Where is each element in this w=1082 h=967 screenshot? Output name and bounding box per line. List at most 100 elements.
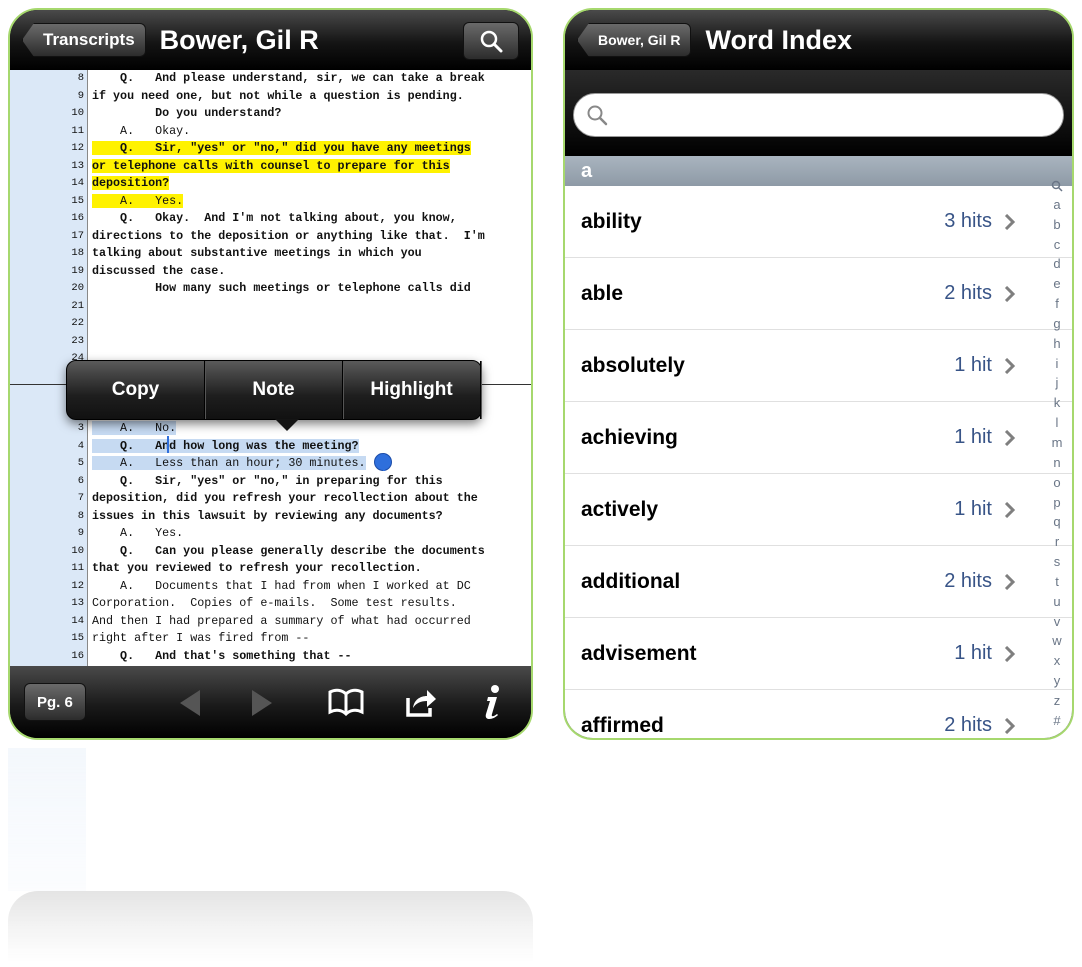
search-button[interactable]: [463, 22, 519, 60]
index-letter[interactable]: i: [1056, 356, 1059, 371]
copy-menu-item[interactable]: Copy: [67, 361, 205, 419]
line-text: Q. And please understand, sir, we can ta…: [92, 71, 485, 85]
transcript-line[interactable]: 6 Q. Sir, "yes" or "no," in preparing fo…: [10, 473, 531, 491]
note-menu-item[interactable]: Note: [205, 361, 343, 419]
index-letter[interactable]: z: [1054, 693, 1061, 708]
line-text: directions to the deposition or anything…: [92, 228, 485, 243]
index-search-icon[interactable]: [1051, 180, 1063, 192]
transcript-line[interactable]: 11 that you reviewed to refresh your reco…: [10, 560, 531, 578]
line-text: discussed the case.: [92, 263, 226, 278]
hit-count: 1 hit: [954, 498, 992, 520]
word-row-able[interactable]: able 2 hits: [565, 258, 1072, 330]
line-number: 18: [71, 247, 84, 259]
transcript-line[interactable]: 10 Q. Can you please generally describe …: [10, 543, 531, 561]
transcript-line[interactable]: 16 Q. And that's something that --: [10, 648, 531, 666]
word-row-achieving[interactable]: achieving 1 hit: [565, 402, 1072, 474]
transcript-line[interactable]: 14 deposition?: [10, 175, 531, 193]
search-input[interactable]: [573, 93, 1064, 137]
next-arrow-icon[interactable]: [250, 688, 274, 718]
transcript-text-area[interactable]: 8 Q. And please understand, sir, we can …: [10, 70, 531, 666]
transcript-line[interactable]: 13 Corporation. Copies of e-mails. Some t…: [10, 595, 531, 613]
index-letter[interactable]: r: [1055, 534, 1059, 549]
transcript-line[interactable]: 14 And then I had prepared a summary of w…: [10, 613, 531, 631]
index-letter[interactable]: o: [1053, 475, 1060, 490]
index-letter[interactable]: a: [1053, 197, 1060, 212]
word-index-navbar: Bower, Gil R Word Index: [565, 10, 1072, 70]
transcript-line[interactable]: 21: [10, 298, 531, 316]
index-letter[interactable]: t: [1055, 574, 1059, 589]
index-letter[interactable]: c: [1054, 237, 1061, 252]
index-letter[interactable]: s: [1054, 554, 1061, 569]
word-row-absolutely[interactable]: absolutely 1 hit: [565, 330, 1072, 402]
word-row-ability[interactable]: ability 3 hits: [565, 186, 1072, 258]
page-button[interactable]: Pg. 6: [24, 683, 86, 721]
index-letter[interactable]: d: [1053, 256, 1060, 271]
popup-pointer: [275, 419, 299, 431]
index-letter[interactable]: p: [1053, 495, 1060, 510]
transcript-line[interactable]: 18 talking about substantive meetings in …: [10, 245, 531, 263]
index-letter[interactable]: #: [1053, 713, 1060, 728]
line-text: Q. Sir, "yes" or "no," in preparing for …: [92, 473, 443, 488]
share-icon[interactable]: [404, 686, 438, 718]
transcript-line[interactable]: 5 A. Less than an hour; 30 minutes.: [10, 455, 531, 473]
prev-arrow-icon[interactable]: [178, 688, 202, 718]
transcript-line[interactable]: 3 A. No.: [10, 420, 531, 438]
bottom-toolbar: Pg. 6: [10, 666, 531, 738]
transcript-line[interactable]: 12 Q. Sir, "yes" or "no," did you have a…: [10, 140, 531, 158]
transcript-line[interactable]: 20 How many such meetings or telephone c…: [10, 280, 531, 298]
line-text: issues in this lawsuit by reviewing any …: [92, 508, 443, 523]
line-number: 9: [77, 89, 84, 102]
index-letter[interactable]: m: [1052, 435, 1063, 450]
index-letter[interactable]: v: [1054, 614, 1061, 629]
search-icon: [587, 105, 608, 126]
word-row-advisement[interactable]: advisement 1 hit: [565, 618, 1072, 690]
index-letter[interactable]: g: [1053, 316, 1060, 331]
line-text: [88, 315, 531, 333]
transcript-line[interactable]: 7 deposition, did you refresh your recoll…: [10, 490, 531, 508]
transcripts-back-button[interactable]: Transcripts: [22, 23, 146, 57]
back-to-transcript-button[interactable]: Bower, Gil R: [577, 23, 692, 57]
alphabet-index[interactable]: a b c d e f g h i j k l m n o p q r s t u v w x y z #: [1042, 180, 1072, 728]
transcript-line[interactable]: 8 Q. And please understand, sir, we can …: [10, 70, 531, 88]
transcript-line[interactable]: 19 discussed the case.: [10, 263, 531, 281]
transcript-line[interactable]: 8 issues in this lawsuit by reviewing any…: [10, 508, 531, 526]
transcript-line[interactable]: 16 Q. Okay. And I'm not talking about, y…: [10, 210, 531, 228]
transcript-line[interactable]: 22: [10, 315, 531, 333]
transcript-line[interactable]: 4 Q. And how long was the meeting?: [10, 438, 531, 456]
word-row-actively[interactable]: actively 1 hit: [565, 474, 1072, 546]
book-icon[interactable]: [328, 688, 364, 716]
word-row-affirmed[interactable]: affirmed 2 hits: [565, 690, 1072, 738]
transcript-line[interactable]: 15 right after I was fired from --: [10, 630, 531, 648]
index-letter[interactable]: n: [1053, 455, 1060, 470]
index-letter[interactable]: b: [1053, 217, 1060, 232]
index-letter[interactable]: f: [1055, 296, 1059, 311]
info-icon[interactable]: [480, 684, 504, 720]
transcript-line[interactable]: 13 or telephone calls with counsel to pre…: [10, 158, 531, 176]
line-text: talking about substantive meetings in wh…: [92, 246, 422, 260]
index-letter[interactable]: w: [1052, 633, 1061, 648]
transcript-line[interactable]: 11 A. Okay.: [10, 123, 531, 141]
index-letter[interactable]: j: [1056, 375, 1059, 390]
highlight-menu-item[interactable]: Highlight: [343, 361, 481, 419]
word-row-additional[interactable]: additional 2 hits: [565, 546, 1072, 618]
hit-count: 2 hits: [944, 714, 992, 736]
index-letter[interactable]: u: [1053, 594, 1060, 609]
transcript-line[interactable]: 9 if you need one, but not while a questi…: [10, 88, 531, 106]
line-number: 7: [77, 492, 84, 504]
line-number: 9: [77, 527, 84, 539]
transcript-navbar: Transcripts Bower, Gil R: [10, 10, 531, 70]
transcript-line[interactable]: 23: [10, 333, 531, 351]
index-letter[interactable]: k: [1054, 395, 1061, 410]
selection-start-caret[interactable]: [167, 436, 169, 453]
transcript-line[interactable]: 9 A. Yes.: [10, 525, 531, 543]
index-letter[interactable]: e: [1053, 276, 1060, 291]
index-letter[interactable]: l: [1056, 415, 1059, 430]
transcript-line[interactable]: 15 A. Yes.: [10, 193, 531, 211]
index-letter[interactable]: h: [1053, 336, 1060, 351]
transcript-line[interactable]: 17 directions to the deposition or anythi…: [10, 228, 531, 246]
transcript-line[interactable]: 12 A. Documents that I had from when I w…: [10, 578, 531, 596]
transcript-line[interactable]: 10 Do you understand?: [10, 105, 531, 123]
index-letter[interactable]: y: [1054, 673, 1061, 688]
index-letter[interactable]: x: [1054, 653, 1061, 668]
index-letter[interactable]: q: [1053, 514, 1060, 529]
